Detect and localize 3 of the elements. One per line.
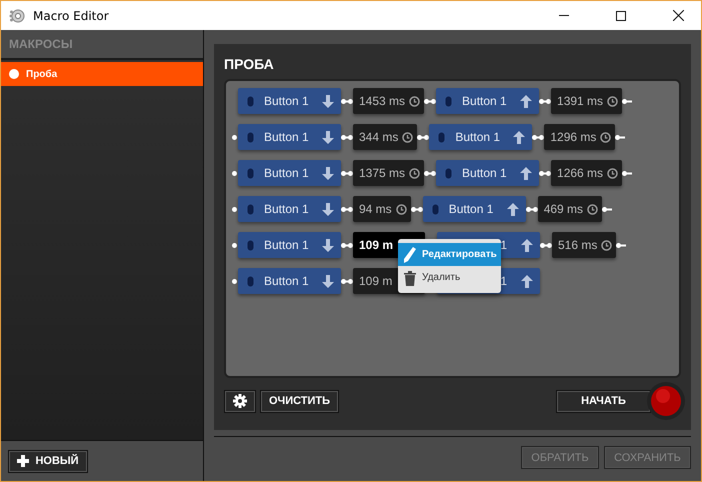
sidebar-header: МАКРОСЫ bbox=[1, 30, 203, 60]
macro-title: ПРОБА bbox=[224, 56, 275, 72]
window-title: Macro Editor bbox=[33, 8, 109, 22]
